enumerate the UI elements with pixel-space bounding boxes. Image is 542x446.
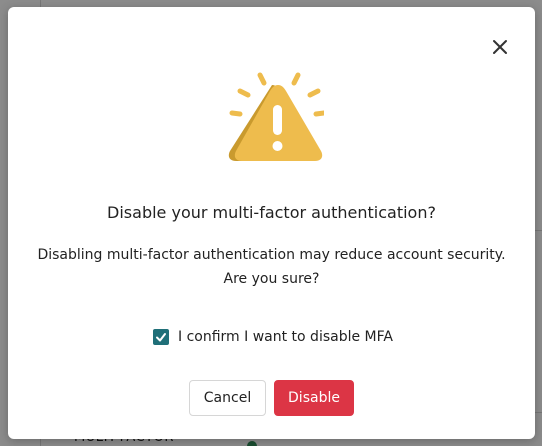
confirm-disable-row: I confirm I want to disable MFA	[153, 327, 393, 347]
close-icon	[493, 40, 507, 54]
disable-mfa-dialog: Disable your multi-factor authentication…	[8, 7, 535, 439]
confirm-disable-checkbox[interactable]	[153, 329, 169, 345]
checkmark-icon	[156, 333, 166, 342]
dialog-message-line: Are you sure?	[223, 271, 320, 287]
disable-button[interactable]: Disable	[274, 380, 354, 416]
confirm-disable-label[interactable]: I confirm I want to disable MFA	[178, 329, 393, 345]
dialog-title: Disable your multi-factor authentication…	[107, 203, 436, 222]
warning-triangle-icon	[220, 69, 327, 165]
close-button[interactable]	[490, 37, 510, 57]
dialog-message: Disabling multi-factor authentication ma…	[28, 243, 515, 291]
cancel-button[interactable]: Cancel	[189, 380, 266, 416]
dialog-message-line: Disabling multi-factor authentication ma…	[37, 247, 506, 263]
